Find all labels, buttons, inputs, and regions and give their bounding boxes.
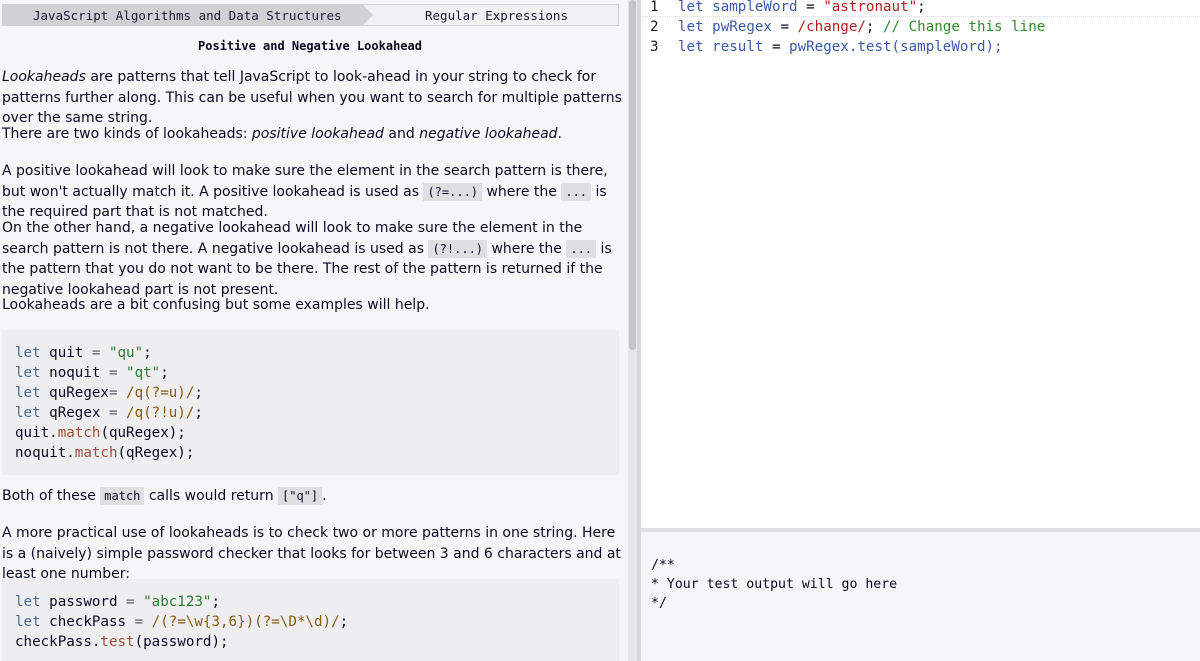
editor-line[interactable]: 2 let pwRegex = /change/; // Change this… [641,17,1045,37]
text: Both of these [2,488,101,504]
breadcrumb-block-label: Regular Expressions [425,7,568,23]
code-line: noquit.match(qRegex); [15,445,195,461]
text: where the [482,183,562,200]
paragraph-password-intro: A more practical use of lookaheads is to… [2,525,621,582]
line-number: 3 [650,39,659,55]
code-line: let quit = "qu"; [15,345,152,361]
inline-code-ellipsis: ... [566,239,597,258]
paragraph-examples-intro: Lookaheads are a bit confusing but some … [2,297,430,313]
inline-code-negative: (?!...) [428,239,488,258]
line-number: 2 [650,19,659,35]
line-code[interactable]: let sampleWord = "astronaut"; [671,0,926,16]
code-line: let quRegex= /q(?=u)/; [15,385,203,401]
inline-code-ellipsis: ... [561,182,592,201]
text: where the [487,240,567,257]
line-code[interactable]: let pwRegex = /change/; // Change this l… [671,17,1045,37]
line-code[interactable]: let result = pwRegex.test(sampleWord); [671,37,1003,57]
breadcrumb-superblock-label: JavaScript Algorithms and Data Structure… [33,7,342,23]
breadcrumb: JavaScript Algorithms and Data Structure… [2,4,619,26]
text: There are two kinds of lookaheads: [2,126,252,142]
line-number: 1 [650,0,659,15]
code-line: quit.match(quRegex); [15,425,186,441]
code-line: let password = "abc123"; [15,594,221,610]
paragraph-negative: On the other hand, a negative lookahead … [2,218,622,300]
code-line: checkPass.test(password); [15,634,229,650]
breadcrumb-block-link[interactable]: Regular Expressions [363,5,618,25]
code-example-password: let password = "abc123"; let checkPass = … [2,579,619,661]
code-editor[interactable]: 1 let sampleWord = "astronaut"; 2 let pw… [641,0,1200,528]
scrollbar-thumb[interactable] [629,0,636,350]
paragraph-positive: A positive lookahead will look to make s… [2,161,622,223]
editor-line[interactable]: 1 let sampleWord = "astronaut"; [641,0,1200,17]
inline-code-result: ["q"] [278,487,323,505]
code-line: let checkPass = /(?=\w{3,6})(?=\D*\d)/; [15,614,349,630]
inline-code-match: match [100,487,145,505]
emphasis-lookaheads: Lookaheads [2,69,86,85]
code-line: let noquit = "qt"; [15,365,169,381]
emphasis-positive: positive lookahead [251,126,384,142]
inline-code-positive: (?=...) [423,182,483,201]
code-line: let qRegex = /q(?!u)/; [15,405,203,421]
instructions-scrollbar[interactable] [628,0,637,661]
instructions-pane: JavaScript Algorithms and Data Structure… [0,0,628,661]
paragraph-match-result: Both of these match calls would return [… [2,486,622,507]
text: . [557,126,562,142]
code-example-lookahead: let quit = "qu"; let noquit = "qt"; let qu… [2,330,619,475]
paragraph-intro: Lookaheads are patterns that tell JavaSc… [2,67,622,129]
breadcrumb-superblock-link[interactable]: JavaScript Algorithms and Data Structure… [3,5,373,25]
paragraph-kinds: There are two kinds of lookaheads: posit… [2,124,622,145]
challenge-title: Positive and Negative Lookahead [198,39,422,53]
paragraph-intro-text: are patterns that tell JavaScript to loo… [2,69,622,126]
text: calls would return [144,488,279,504]
emphasis-negative: negative lookahead [419,126,558,142]
text: and [383,126,420,142]
test-output-console: /** * Your test output will go here */ [641,532,1200,661]
editor-line[interactable]: 3 let result = pwRegex.test(sampleWord); [641,37,1003,57]
text: . [322,488,327,504]
